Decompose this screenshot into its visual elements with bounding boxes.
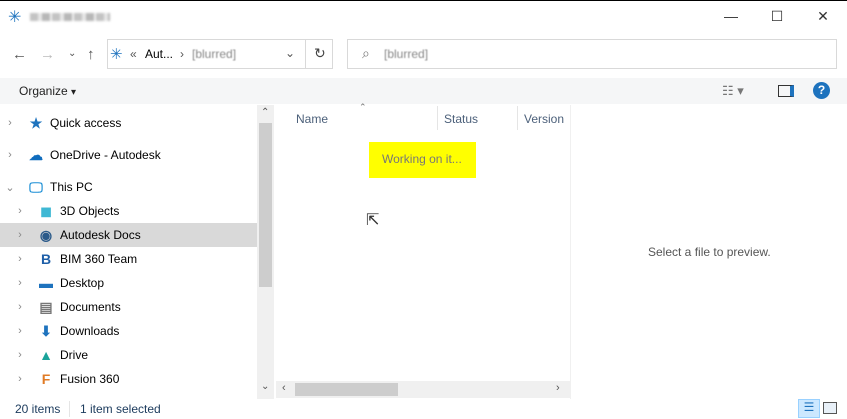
- help-icon[interactable]: ?: [813, 82, 830, 99]
- tree-item-label: Documents: [60, 300, 121, 314]
- cube-icon: ◼: [40, 203, 52, 219]
- tree-item-label: Downloads: [60, 324, 120, 338]
- tree-item-label: Desktop: [60, 276, 105, 290]
- star-icon: ★: [29, 115, 43, 131]
- chevron-right-icon[interactable]: ›: [4, 117, 16, 129]
- address-bar[interactable]: ✳ « Aut... › [blurred] ⌄ ↻: [107, 39, 333, 69]
- drive-icon: ▲: [39, 347, 53, 363]
- chevron-right-icon[interactable]: ›: [14, 277, 26, 289]
- tree-item-label: Fusion 360: [60, 372, 120, 386]
- breadcrumb-project[interactable]: [blurred]: [192, 47, 236, 61]
- item-count: 20 items: [15, 402, 61, 416]
- horizontal-scrollbar[interactable]: ‹ ›: [276, 381, 570, 398]
- desktop-icon: ▬: [39, 275, 53, 291]
- chevron-down-icon[interactable]: ⌄: [4, 181, 16, 194]
- column-header-name[interactable]: Name: [296, 112, 328, 126]
- tree-item[interactable]: › F Fusion 360: [0, 367, 257, 391]
- fusion-icon: F: [41, 371, 51, 387]
- tree-item[interactable]: › ⬇ Downloads: [0, 319, 257, 343]
- tree-item-label: OneDrive - Autodesk: [50, 148, 161, 162]
- chevron-right-icon[interactable]: ›: [14, 253, 26, 265]
- tree-item-label: Drive: [60, 348, 89, 362]
- computer-icon: 🖵: [29, 179, 43, 195]
- chevron-right-icon[interactable]: ›: [14, 373, 26, 385]
- mouse-cursor-icon: ⇱: [366, 212, 380, 229]
- chevron-right-icon[interactable]: ›: [14, 349, 26, 361]
- tree-item[interactable]: › ◼ 3D Objects: [0, 199, 257, 223]
- address-dropdown[interactable]: ⌄: [285, 46, 295, 60]
- back-button[interactable]: ←: [12, 46, 27, 63]
- tree-item-label: This PC: [50, 180, 93, 194]
- close-button[interactable]: ✕: [800, 1, 846, 31]
- minimize-button[interactable]: —: [708, 1, 754, 31]
- preview-message: Select a file to preview.: [648, 245, 771, 259]
- autodesk-icon: ✳: [110, 46, 123, 63]
- selection-count: 1 item selected: [80, 402, 161, 416]
- command-bar: Organize ▾ ☷ ▾ ?: [0, 78, 847, 104]
- globe-icon: ◉: [39, 227, 53, 243]
- tree-scrollbar[interactable]: ⌃ ⌄: [257, 105, 274, 399]
- tree-item[interactable]: › ◉ Autodesk Docs: [0, 223, 257, 247]
- download-icon: ⬇: [40, 323, 52, 339]
- search-input[interactable]: [384, 45, 824, 63]
- window-title: [30, 13, 110, 21]
- forward-button[interactable]: →: [40, 46, 55, 63]
- up-button[interactable]: ↑: [87, 46, 95, 63]
- organize-button[interactable]: Organize ▾: [19, 84, 76, 98]
- document-icon: ▤: [39, 299, 53, 315]
- search-icon: ⌕: [362, 45, 370, 61]
- tree-item-label: 3D Objects: [60, 204, 120, 218]
- bim-icon: B: [40, 251, 52, 267]
- tree-item[interactable]: ⌄ 🖵 This PC: [0, 175, 257, 199]
- tree-item[interactable]: › ▲ Drive: [0, 343, 257, 367]
- tree-item[interactable]: › ★ Quick access: [0, 111, 257, 135]
- scroll-right-icon[interactable]: ›: [556, 382, 560, 394]
- details-view-button[interactable]: ☰: [798, 399, 820, 418]
- sort-indicator-icon: ⌃: [359, 102, 367, 112]
- tree-item[interactable]: › ▬ Desktop: [0, 271, 257, 295]
- scroll-up-icon[interactable]: ⌃: [261, 107, 269, 118]
- view-options-icon[interactable]: ☷ ▾: [722, 83, 744, 99]
- tree-item[interactable]: › ▤ Documents: [0, 295, 257, 319]
- chevron-right-icon[interactable]: ›: [14, 301, 26, 313]
- column-header-status[interactable]: Status: [444, 112, 478, 126]
- tree-item[interactable]: › B BIM 360 Team: [0, 247, 257, 271]
- scroll-down-icon[interactable]: ⌄: [261, 381, 269, 392]
- refresh-button[interactable]: ↻: [314, 45, 326, 62]
- organize-label: Organize: [19, 84, 68, 98]
- chevron-right-icon[interactable]: ›: [14, 229, 26, 241]
- breadcrumb-separator[interactable]: ›: [180, 47, 184, 61]
- navigation-pane: › ★ Quick access › ☁ OneDrive - Autodesk ⌄ 🖵 Thi…: [0, 105, 275, 399]
- cloud-icon: ☁: [29, 147, 43, 163]
- tree-item-label: Quick access: [50, 116, 122, 130]
- horizontal-scroll-thumb[interactable]: [295, 383, 398, 396]
- maximize-button[interactable]: ☐: [754, 1, 800, 31]
- chevron-right-icon[interactable]: ›: [4, 149, 16, 161]
- chevron-right-icon[interactable]: ›: [14, 325, 26, 337]
- address-prefix: «: [130, 47, 137, 61]
- breadcrumb-autodesk[interactable]: Aut...: [145, 47, 173, 61]
- large-icons-view-button[interactable]: [823, 402, 837, 414]
- chevron-right-icon[interactable]: ›: [14, 205, 26, 217]
- recent-locations-button[interactable]: ⌄: [68, 48, 76, 59]
- tree-item-label: BIM 360 Team: [60, 252, 138, 266]
- preview-pane-icon[interactable]: [778, 85, 794, 97]
- working-status: Working on it...: [369, 142, 476, 178]
- tree-item[interactable]: › ☁ OneDrive - Autodesk: [0, 143, 257, 167]
- tree-item-label: Autodesk Docs: [60, 228, 141, 242]
- search-box[interactable]: ⌕: [347, 39, 837, 69]
- column-header-version[interactable]: Version: [524, 112, 564, 126]
- chevron-down-icon: ▾: [71, 87, 77, 98]
- app-icon: ✳: [8, 9, 22, 26]
- scroll-thumb[interactable]: [259, 123, 272, 287]
- scroll-left-icon[interactable]: ‹: [282, 382, 286, 394]
